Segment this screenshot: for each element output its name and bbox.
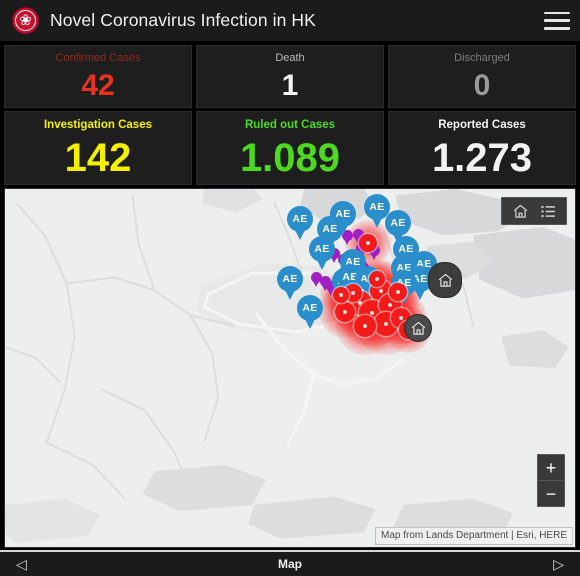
confirmed-case-marker[interactable] (369, 271, 385, 287)
zoom-out-button[interactable]: − (538, 481, 564, 506)
legend-list-icon[interactable] (534, 198, 562, 224)
dashboard-app: ❀ Novel Coronavirus Infection in HK Conf… (0, 0, 580, 576)
pin-tail (337, 223, 349, 235)
stat-cards: Confirmed Cases 42 Death 1 Discharged 0 … (0, 42, 580, 187)
case-marker-center (399, 316, 403, 320)
pin-tail (304, 317, 316, 329)
home-icon[interactable] (506, 198, 534, 224)
ae-department-pin-marker[interactable]: AE (309, 236, 335, 270)
map-attribution: Map from Lands Department | Esri, HERE (375, 527, 573, 545)
page-title: Novel Coronavirus Infection in HK (50, 10, 316, 30)
stat-card-death[interactable]: Death 1 (196, 45, 384, 108)
stat-value-ruled-out-cases: 1.089 (239, 135, 341, 180)
confirmed-case-marker[interactable] (359, 234, 377, 252)
stat-row-secondary: Investigation Cases 142 Ruled out Cases … (4, 111, 576, 185)
zoom-controls: + − (537, 454, 565, 507)
stat-label-reported-cases: Reported Cases (438, 119, 526, 131)
hospital-building-icon[interactable] (428, 262, 462, 298)
ae-department-pin-marker[interactable]: AE (287, 206, 313, 240)
case-marker-center (384, 322, 388, 326)
stat-value-discharged: 0 (473, 69, 491, 103)
stat-card-ruled-out-cases[interactable]: Ruled out Cases 1.089 (196, 111, 384, 185)
case-marker-center (343, 310, 347, 314)
stat-label-discharged: Discharged (454, 52, 510, 64)
stat-value-confirmed-cases: 42 (81, 69, 115, 103)
basemap-tiles (5, 189, 575, 547)
case-marker-center (375, 277, 379, 281)
stat-value-investigation-cases: 142 (64, 135, 132, 180)
hospital-building-icon[interactable] (404, 314, 432, 342)
bottom-panel-title: Map (278, 557, 302, 571)
case-marker-center (388, 303, 392, 307)
stat-value-reported-cases: 1.273 (431, 135, 533, 180)
pin-tail (284, 288, 296, 300)
chevron-left-icon[interactable]: ◁ (16, 557, 27, 571)
case-marker-center (366, 241, 370, 245)
stat-label-investigation-cases: Investigation Cases (43, 119, 152, 131)
stat-label-confirmed-cases: Confirmed Cases (55, 52, 141, 64)
stat-row-primary: Confirmed Cases 42 Death 1 Discharged 0 (4, 45, 576, 108)
map-viewport[interactable]: AEAEAEAEAEAEAEAEAEAEAEAEAEAEAEAEAEAE (4, 188, 576, 548)
app-header: ❀ Novel Coronavirus Infection in HK (0, 0, 580, 42)
stat-label-death: Death (275, 52, 305, 64)
ae-department-pin-marker[interactable]: AE (330, 201, 356, 235)
logo-petals: ❀ (19, 12, 32, 29)
stat-label-ruled-out-cases: Ruled out Cases (244, 119, 336, 131)
pin-tail (313, 281, 319, 287)
pin-tail (294, 228, 306, 240)
chevron-right-icon[interactable]: ▷ (553, 557, 564, 571)
case-marker-center (351, 291, 355, 295)
stat-card-confirmed-cases[interactable]: Confirmed Cases 42 (4, 45, 192, 108)
case-marker-center (370, 311, 374, 315)
zoom-in-button[interactable]: + (538, 455, 564, 481)
confirmed-case-marker[interactable] (354, 315, 376, 337)
pin-tail (371, 216, 383, 228)
confirmed-case-marker[interactable] (389, 283, 407, 301)
pin-tail (316, 258, 328, 270)
case-marker-center (396, 290, 400, 294)
bottom-navigation-bar: ◁ Map ▷ (0, 550, 580, 576)
ae-department-pin-marker[interactable]: AE (277, 266, 303, 300)
stat-card-reported-cases[interactable]: Reported Cases 1.273 (388, 111, 576, 185)
confirmed-case-marker[interactable] (335, 302, 355, 322)
hamburger-line-1 (544, 11, 570, 14)
case-marker-center (339, 293, 343, 297)
map-toolbar (501, 197, 567, 225)
stat-card-discharged[interactable]: Discharged 0 (388, 45, 576, 108)
pin-tail (344, 239, 350, 245)
ae-department-pin-marker[interactable]: AE (297, 295, 323, 329)
hk-bauhinia-icon: ❀ (13, 8, 38, 33)
basemap-vector (5, 189, 575, 547)
case-marker-center (379, 289, 383, 293)
pin-tail (371, 254, 377, 260)
hamburger-line-2 (544, 19, 570, 22)
stat-card-investigation-cases[interactable]: Investigation Cases 142 (4, 111, 192, 185)
stat-value-death: 1 (281, 69, 299, 103)
hamburger-menu-icon[interactable] (544, 10, 570, 32)
confirmed-case-marker[interactable] (333, 287, 349, 303)
hamburger-line-3 (544, 27, 570, 30)
case-marker-center (363, 324, 367, 328)
